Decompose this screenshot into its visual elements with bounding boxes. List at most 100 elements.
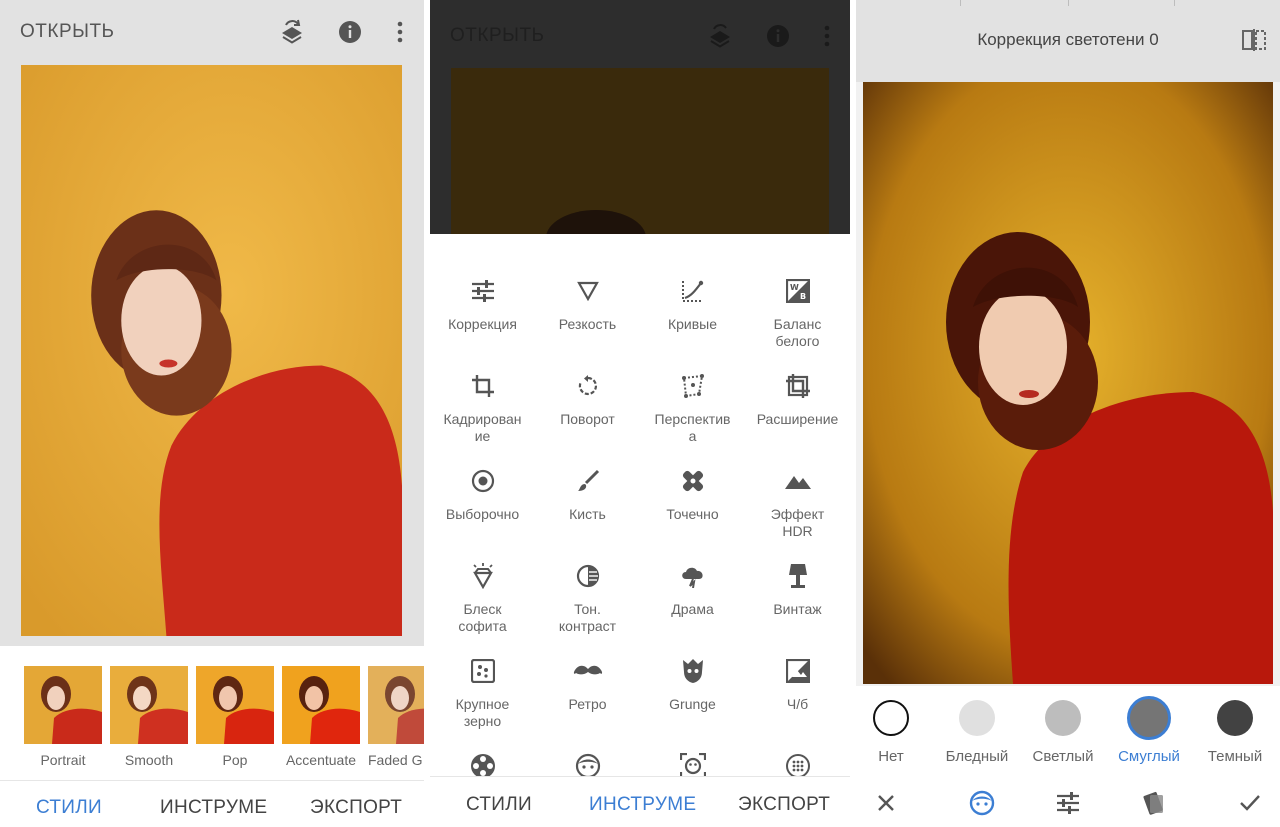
tool-crop[interactable]: Кадрирован ие — [430, 371, 535, 445]
tool-label: Кадрирован ие — [443, 411, 522, 444]
undo-stack-icon[interactable] — [278, 18, 306, 46]
tune-icon[interactable] — [1055, 790, 1081, 816]
style-label: Portrait — [40, 752, 86, 768]
style-thumb-pop[interactable] — [196, 666, 274, 744]
tool-frames[interactable] — [745, 751, 850, 776]
tab-tools[interactable]: ИНСТРУМЕ — [160, 797, 267, 819]
swatch-label: Нет — [878, 748, 904, 765]
tool-header: Коррекция светотени 0 — [856, 0, 1280, 82]
tool-perspective[interactable]: Перспектив а — [640, 371, 745, 445]
tool-black-white[interactable]: Ч/б — [745, 656, 850, 713]
tool-brush[interactable]: Кисть — [535, 466, 640, 523]
tool-label: Ретро — [568, 696, 607, 712]
triangle-icon — [573, 276, 603, 306]
rotate-icon — [573, 371, 603, 401]
tool-label: Резкость — [558, 316, 617, 332]
tool-label: Ч/б — [786, 696, 809, 712]
style-label: Pop — [222, 752, 248, 768]
swatch-label: Бледный — [945, 748, 1009, 765]
tool-label: Баланс белого — [773, 316, 822, 349]
tool-drama[interactable]: Драма — [640, 561, 745, 618]
tool-expand[interactable]: Расширение — [745, 371, 850, 428]
grunge-icon — [678, 656, 708, 686]
brush-icon — [573, 466, 603, 496]
bottom-nav: СТИЛИ ИНСТРУМЕ ЭКСПОРТ — [0, 780, 424, 827]
svg-text:B: B — [800, 292, 806, 301]
swatch-label: Смуглый — [1118, 748, 1180, 765]
tab-styles[interactable]: СТИЛИ — [466, 794, 532, 816]
tool-hdr[interactable]: Эффект HDR — [745, 466, 850, 540]
swatch-none[interactable] — [873, 700, 909, 736]
info-icon — [764, 22, 792, 50]
styles-cards-icon[interactable] — [1141, 790, 1167, 816]
mustache-icon — [573, 656, 603, 686]
tab-styles[interactable]: СТИЛИ — [36, 797, 102, 819]
tab-export[interactable]: ЭКСПОРТ — [310, 797, 402, 819]
tool-label: Расширение — [756, 411, 839, 427]
swatch-light[interactable] — [1045, 700, 1081, 736]
tab-tools[interactable]: ИНСТРУМЕ — [589, 794, 696, 816]
tool-label: Точечно — [666, 506, 719, 522]
svg-text:W: W — [790, 283, 799, 292]
more-vert-icon[interactable] — [386, 18, 414, 46]
swatch-label: Темный — [1207, 748, 1263, 765]
perspective-icon — [678, 371, 708, 401]
tool-label: Эффект HDR — [770, 506, 825, 539]
info-icon[interactable] — [336, 18, 364, 46]
cancel-icon[interactable] — [873, 790, 899, 816]
tool-head-pose[interactable] — [535, 751, 640, 776]
bw-icon — [783, 656, 813, 686]
dots-circle-icon — [783, 751, 813, 776]
editor-header: ОТКРЫТЬ — [0, 0, 424, 646]
tool-grainy-film[interactable]: Крупное зерно — [430, 656, 535, 730]
lamp-icon — [783, 561, 813, 591]
photo-preview[interactable] — [863, 82, 1273, 684]
tool-retrolux[interactable]: Ретро — [535, 656, 640, 713]
tool-white-balance[interactable]: WB Баланс белого — [745, 276, 850, 350]
tool-label: Блеск софита — [458, 601, 507, 634]
styles-strip: Portrait Smooth Pop Accentuate Faded G — [0, 646, 424, 780]
style-thumb-portrait[interactable] — [24, 666, 102, 744]
tool-label: Тон. контраст — [558, 601, 617, 634]
tab-export[interactable]: ЭКСПОРТ — [738, 794, 830, 816]
mountain-icon — [783, 466, 813, 496]
tool-film[interactable] — [430, 751, 535, 776]
style-thumb-accentuate[interactable] — [282, 666, 360, 744]
styles-screen: ОТКРЫТЬ Portrait Smooth Pop Accentuate F… — [0, 0, 424, 827]
tool-sharpen[interactable]: Резкость — [535, 276, 640, 333]
style-thumb-smooth[interactable] — [110, 666, 188, 744]
tools-screen: ОТКРЫТЬ Коррекция Резкость Кривые W B Ба… — [430, 0, 850, 827]
swatch-pale[interactable] — [959, 700, 995, 736]
tool-tune[interactable]: Коррекция — [430, 276, 535, 333]
compare-icon[interactable] — [1240, 26, 1268, 54]
dimmed-photo — [451, 68, 829, 266]
style-thumb-faded[interactable] — [368, 666, 424, 744]
tool-selective[interactable]: Выборочно — [430, 466, 535, 523]
diamond-icon — [468, 561, 498, 591]
tool-curves[interactable]: Кривые — [640, 276, 745, 333]
swatch-dark[interactable] — [1217, 700, 1253, 736]
bottom-nav: СТИЛИ ИНСТРУМЕ ЭКСПОРТ — [430, 776, 850, 827]
face-frame-icon — [678, 751, 708, 776]
tool-face-enhance[interactable] — [640, 751, 745, 776]
target-icon — [468, 466, 498, 496]
more-vert-icon — [813, 22, 841, 50]
tool-label: Поворот — [560, 411, 615, 427]
tool-grunge[interactable]: Grunge — [640, 656, 745, 713]
tool-healing[interactable]: Точечно — [640, 466, 745, 523]
photo-preview[interactable] — [21, 65, 402, 636]
tool-rotate[interactable]: Поворот — [535, 371, 640, 428]
swatch-tan[interactable] — [1127, 696, 1171, 740]
crop-icon — [468, 371, 498, 401]
apply-check-icon[interactable] — [1237, 790, 1263, 816]
tool-vintage[interactable]: Винтаж — [745, 561, 850, 618]
expand-icon — [783, 371, 813, 401]
tool-label: Драма — [671, 601, 714, 617]
tool-glamour-glow[interactable]: Блеск софита — [430, 561, 535, 635]
tool-label: Выборочно — [445, 506, 520, 522]
white-balance-icon: WB — [783, 276, 813, 306]
face-icon[interactable] — [969, 790, 995, 816]
tool-label: Коррекция — [448, 316, 517, 332]
tool-tonal-contrast[interactable]: Тон. контраст — [535, 561, 640, 635]
open-button[interactable]: ОТКРЫТЬ — [20, 21, 115, 43]
